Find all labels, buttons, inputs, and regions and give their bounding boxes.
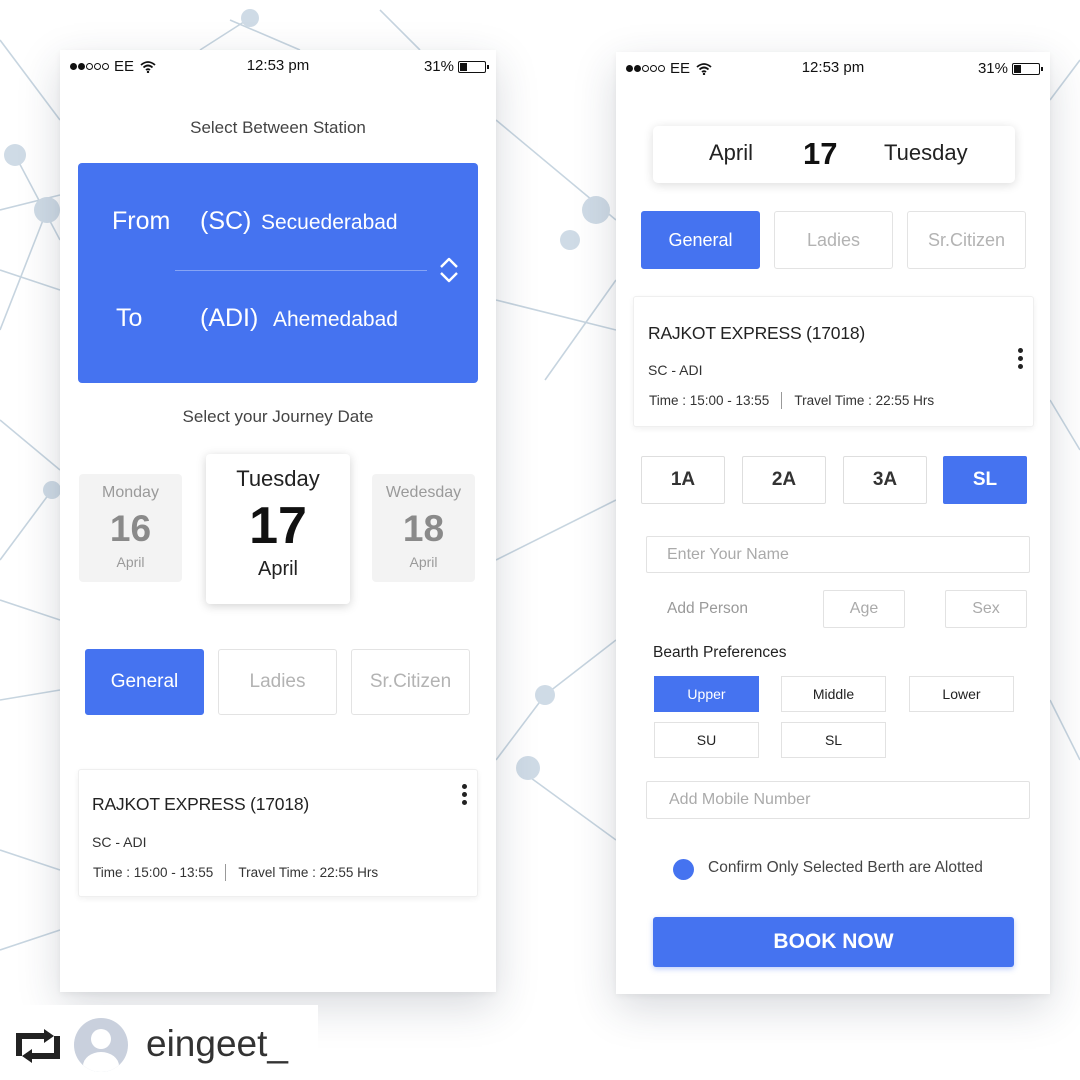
class-sl-button[interactable]: SL: [943, 456, 1027, 504]
from-station-name[interactable]: Secuederabad: [261, 211, 398, 235]
category-general-button[interactable]: General: [85, 649, 204, 715]
meta-separator: [225, 864, 227, 881]
date-card-next[interactable]: Wedesday 18 April: [372, 474, 475, 582]
to-station-name[interactable]: Ahemedabad: [273, 308, 398, 332]
berth-sl-button[interactable]: SL: [781, 722, 886, 758]
battery-percent: 31%: [423, 58, 454, 75]
berth-preferences-title: Bearth Preferences: [653, 644, 787, 661]
battery-fill: [1014, 64, 1021, 73]
more-options-icon[interactable]: [462, 784, 468, 806]
username[interactable]: eingeet_: [146, 1023, 288, 1065]
battery-indicator: 31%: [977, 60, 1043, 77]
battery-icon: [1012, 62, 1043, 75]
class-2a-button[interactable]: 2A: [742, 456, 826, 504]
from-label: From: [112, 207, 171, 235]
right-screen: EE 12:53 pm 31% April 17 Tuesday General…: [616, 52, 1050, 994]
age-input[interactable]: Age: [823, 590, 905, 628]
date-card-prev[interactable]: Monday 16 April: [79, 474, 182, 582]
repost-bar: eingeet_: [0, 1005, 318, 1080]
meta-separator: [781, 392, 783, 409]
category-general-button[interactable]: General: [641, 211, 760, 269]
category-senior-citizen-button[interactable]: Sr.Citizen: [907, 211, 1026, 269]
train-name: RAJKOT EXPRESS (17018): [92, 794, 310, 814]
mobile-number-input[interactable]: Add Mobile Number: [646, 781, 1030, 819]
train-name: RAJKOT EXPRESS (17018): [648, 323, 866, 343]
berth-middle-button[interactable]: Middle: [781, 676, 886, 712]
confirm-berth-radio[interactable]: [673, 859, 694, 880]
train-travel-time: Travel Time : 22:55 Hrs: [794, 393, 935, 408]
selected-month: April: [709, 140, 754, 165]
status-bar: EE 12:53 pm 31%: [616, 52, 1050, 86]
train-time: Time : 15:00 - 13:55: [93, 865, 214, 880]
status-bar: EE 12:53 pm 31%: [60, 50, 496, 84]
selected-date-number: 17: [803, 136, 838, 171]
name-input[interactable]: Enter Your Name: [646, 536, 1030, 573]
berth-lower-button[interactable]: Lower: [909, 676, 1014, 712]
date-card-selected[interactable]: Tuesday 17 April: [206, 454, 350, 604]
station-divider: [175, 270, 427, 271]
sex-input[interactable]: Sex: [945, 590, 1027, 628]
battery-fill: [460, 62, 467, 71]
date-number: 18: [402, 508, 445, 549]
berth-upper-button[interactable]: Upper: [654, 676, 759, 712]
train-time: Time : 15:00 - 13:55: [649, 393, 770, 408]
selected-date-bar[interactable]: April 17 Tuesday: [653, 126, 1015, 183]
to-code[interactable]: (ADI): [200, 304, 258, 333]
date-month: April: [409, 554, 438, 570]
date-day: Wedesday: [385, 484, 462, 501]
station-selector: From (SC) Secuederabad To (ADI) Ahemedab…: [78, 163, 478, 383]
user-avatar-icon: [83, 1029, 119, 1072]
battery-percent: 31%: [977, 60, 1008, 77]
category-ladies-button[interactable]: Ladies: [774, 211, 893, 269]
left-screen: EE 12:53 pm 31% Select Between Station F…: [60, 50, 496, 992]
train-timing: Time : 15:00 - 13:55 Travel Time : 22:55…: [649, 392, 934, 409]
category-senior-citizen-button[interactable]: Sr.Citizen: [351, 649, 470, 715]
class-1a-button[interactable]: 1A: [641, 456, 725, 504]
class-3a-button[interactable]: 3A: [843, 456, 927, 504]
confirm-berth-label: Confirm Only Selected Berth are Alotted: [708, 859, 983, 876]
date-day: Monday: [102, 484, 159, 501]
category-ladies-button[interactable]: Ladies: [218, 649, 337, 715]
more-options-icon[interactable]: [1018, 348, 1024, 370]
train-card[interactable]: RAJKOT EXPRESS (17018) SC - ADI Time : 1…: [78, 769, 478, 897]
from-code[interactable]: (SC): [200, 207, 251, 236]
station-select-title: Select Between Station: [190, 118, 366, 137]
journey-date-title: Select your Journey Date: [182, 407, 374, 426]
repost-icon[interactable]: [14, 1027, 62, 1065]
date-month: April: [257, 558, 298, 580]
book-now-button[interactable]: BOOK NOW: [653, 917, 1014, 967]
train-route: SC - ADI: [92, 834, 147, 850]
date-number: 16: [109, 508, 152, 549]
add-person-link[interactable]: Add Person: [667, 600, 748, 618]
date-month: April: [116, 554, 145, 570]
train-timing: Time : 15:00 - 13:55 Travel Time : 22:55…: [93, 864, 378, 881]
berth-su-button[interactable]: SU: [654, 722, 759, 758]
selected-day: Tuesday: [884, 140, 968, 165]
battery-icon: [458, 60, 489, 73]
train-route: SC - ADI: [648, 362, 703, 378]
train-travel-time: Travel Time : 22:55 Hrs: [238, 865, 379, 880]
battery-indicator: 31%: [423, 58, 489, 75]
train-card[interactable]: RAJKOT EXPRESS (17018) SC - ADI Time : 1…: [633, 296, 1034, 427]
avatar[interactable]: [74, 1018, 128, 1072]
date-day: Tuesday: [236, 466, 320, 491]
to-label: To: [116, 304, 143, 332]
date-number: 17: [249, 497, 307, 555]
swap-stations-icon[interactable]: [438, 256, 460, 284]
